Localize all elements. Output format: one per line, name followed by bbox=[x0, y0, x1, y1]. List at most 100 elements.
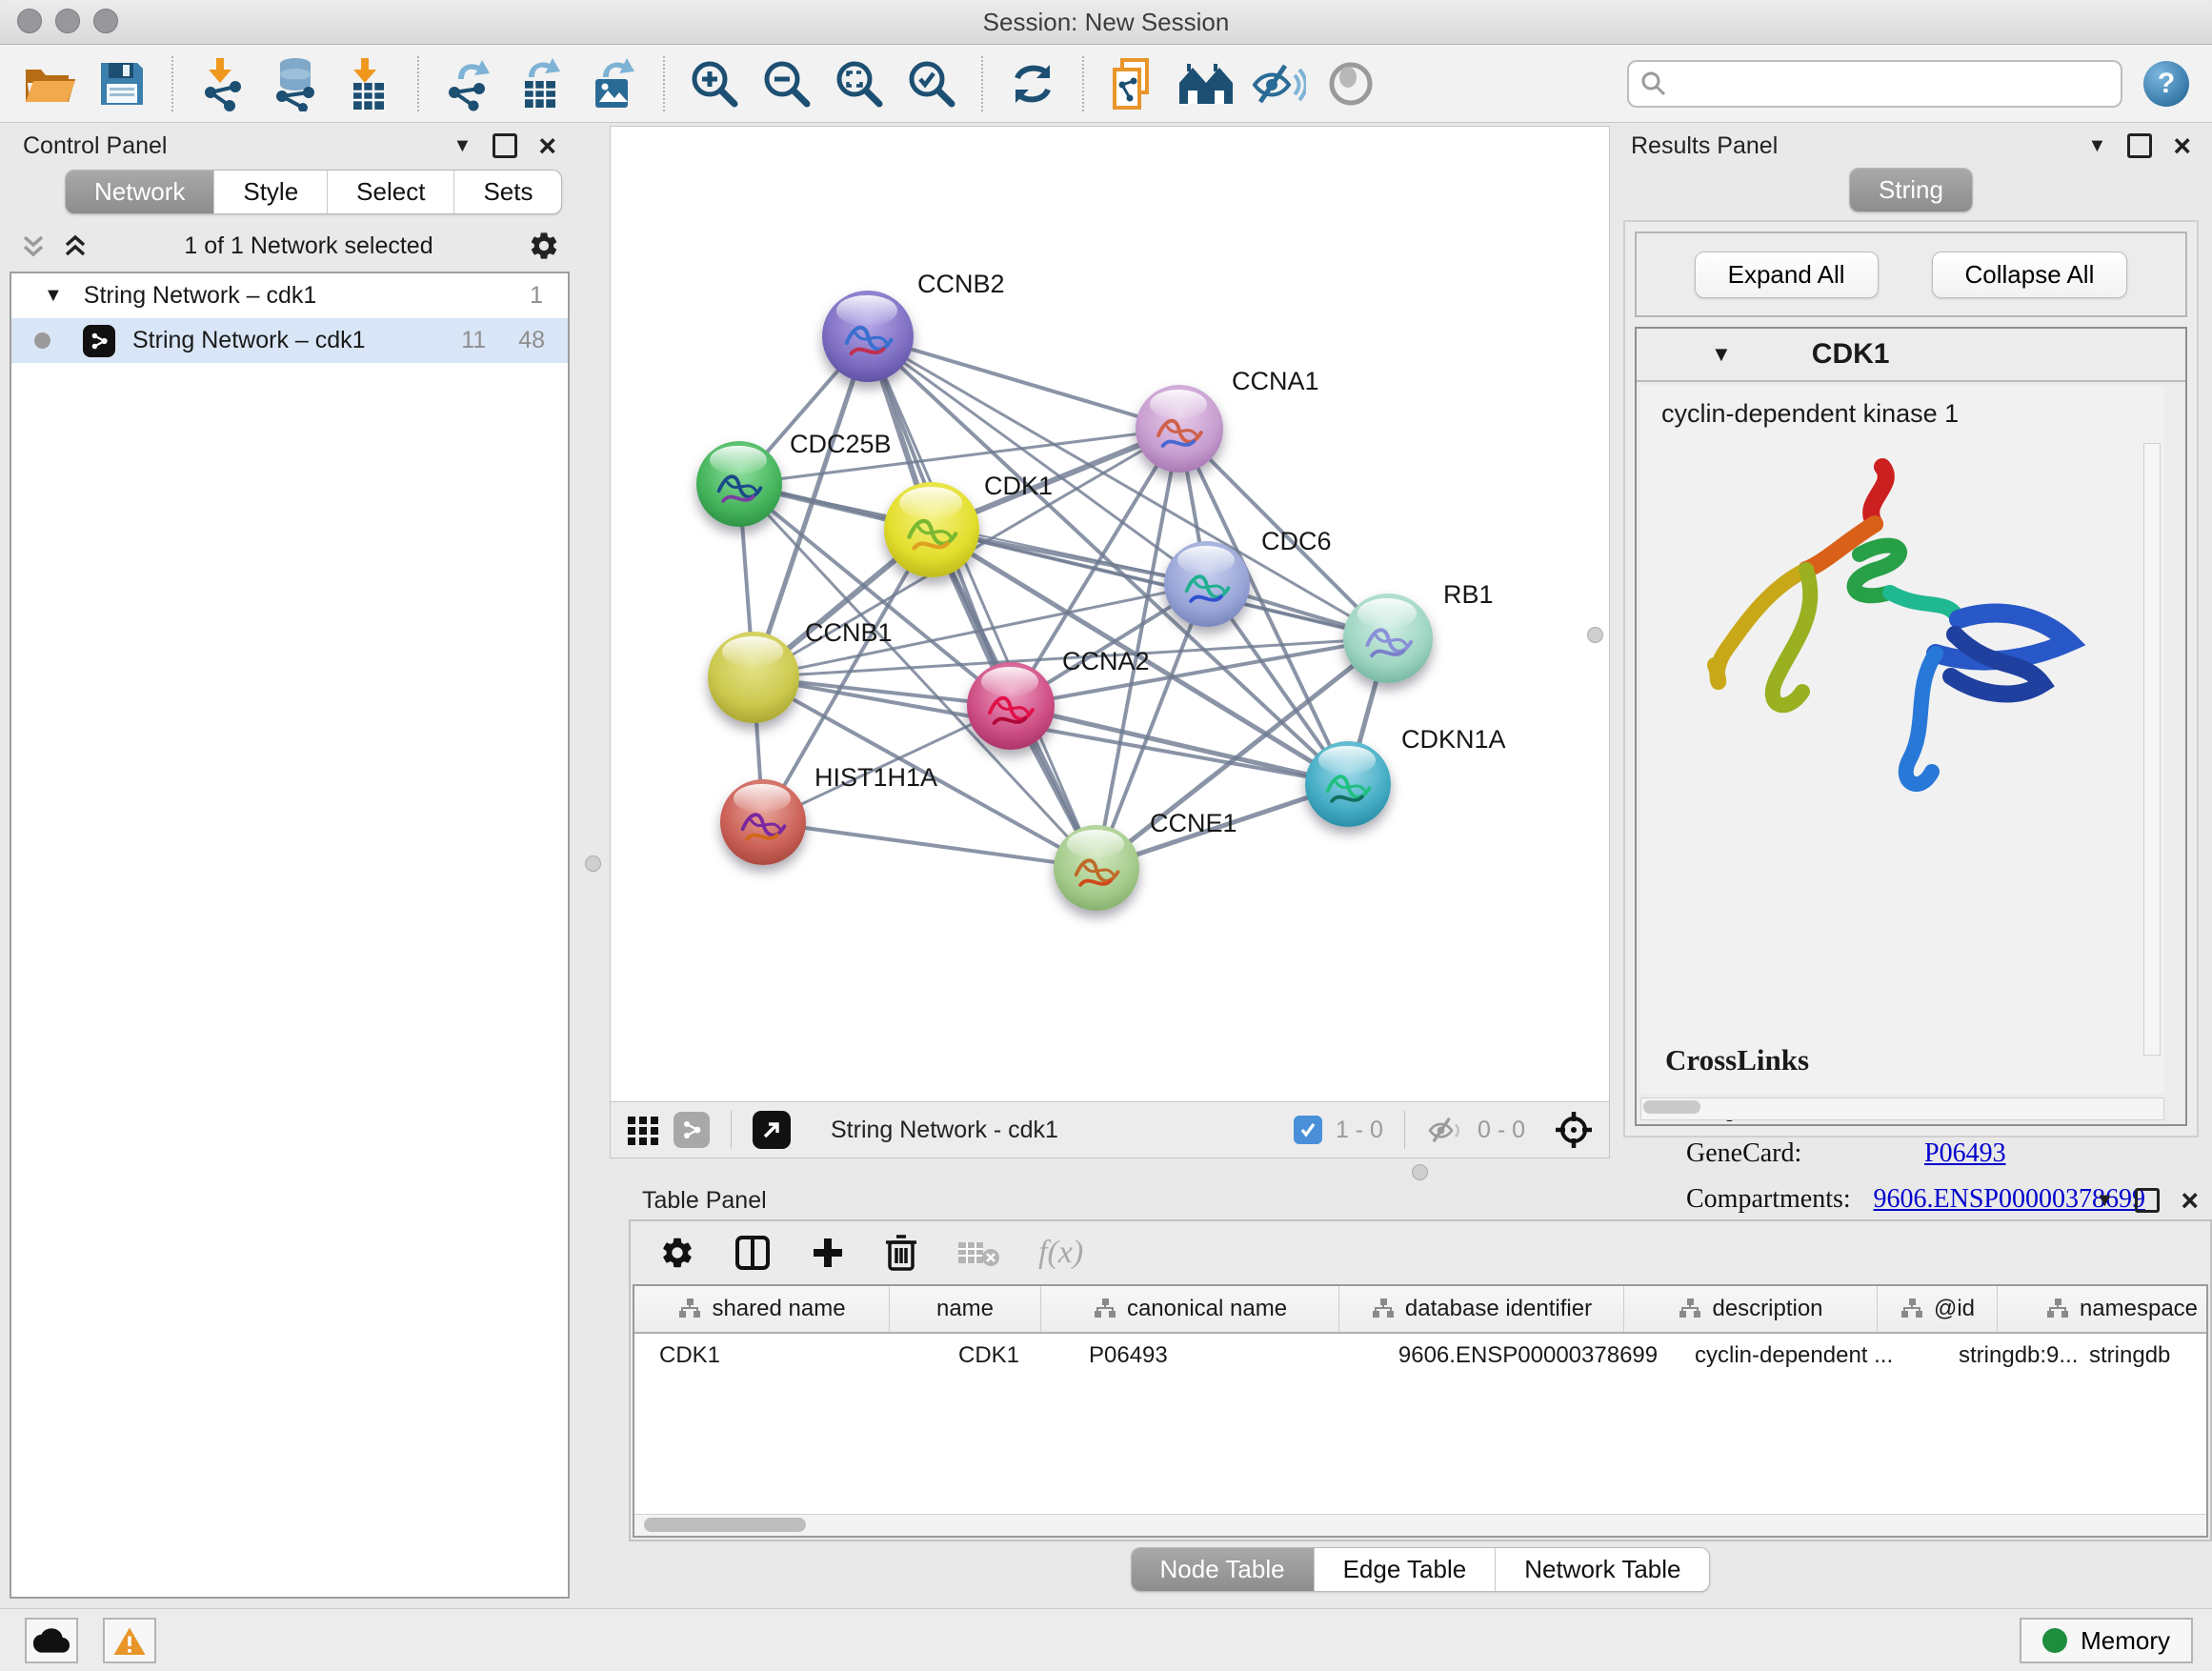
network-edges bbox=[611, 127, 1609, 1101]
tab-network[interactable]: Network bbox=[66, 171, 213, 213]
horizontal-splitter-handle[interactable] bbox=[1412, 1164, 1428, 1180]
close-panel-icon[interactable]: × bbox=[538, 136, 556, 155]
toolbar-separator bbox=[1404, 1111, 1405, 1149]
float-panel-icon[interactable] bbox=[493, 133, 517, 158]
crosslink-link[interactable]: P06493 bbox=[1924, 1138, 2006, 1169]
first-neighbors-button[interactable] bbox=[1174, 53, 1238, 114]
selected-checkbox-icon[interactable] bbox=[1294, 1116, 1322, 1144]
cell-canonical-name: P06493 bbox=[1064, 1334, 1386, 1378]
string-view-button[interactable] bbox=[674, 1112, 710, 1148]
import-database-button[interactable] bbox=[263, 53, 328, 114]
section-caret-icon[interactable]: ▼ bbox=[1711, 342, 1732, 367]
expand-all-icon[interactable] bbox=[61, 232, 90, 260]
close-panel-icon[interactable]: × bbox=[2181, 1191, 2199, 1210]
help-button[interactable]: ? bbox=[2143, 61, 2189, 107]
expand-all-button[interactable]: Expand All bbox=[1695, 252, 1879, 298]
node-CDC6[interactable] bbox=[1164, 541, 1250, 627]
gene-section-header[interactable]: ▼ CDK1 bbox=[1637, 329, 2185, 382]
memory-button[interactable]: Memory bbox=[2020, 1618, 2193, 1663]
table-hscrollbar[interactable] bbox=[634, 1514, 2206, 1536]
control-panel-title: Control Panel bbox=[23, 132, 167, 160]
node-CCNE1[interactable] bbox=[1054, 825, 1139, 911]
warning-status-button[interactable] bbox=[103, 1618, 156, 1663]
export-network-button[interactable] bbox=[436, 53, 501, 114]
main-toolbar: ? bbox=[0, 45, 2212, 123]
node-label-RB1: RB1 bbox=[1443, 580, 1494, 610]
column-header-canonical-name[interactable]: canonical name bbox=[1041, 1286, 1339, 1332]
column-header-description[interactable]: description bbox=[1624, 1286, 1878, 1332]
tab-string[interactable]: String bbox=[1850, 169, 1972, 211]
node-CCNB1[interactable] bbox=[708, 632, 799, 723]
node-HIST1H1A[interactable] bbox=[720, 779, 806, 865]
collapse-all-icon[interactable] bbox=[19, 232, 48, 260]
birdseye-button[interactable] bbox=[626, 1113, 660, 1147]
import-network-button[interactable] bbox=[191, 53, 255, 114]
add-column-button[interactable] bbox=[810, 1235, 846, 1271]
show-columns-button[interactable] bbox=[734, 1234, 772, 1272]
export-image-button[interactable] bbox=[581, 53, 646, 114]
node-CDC25B[interactable] bbox=[696, 441, 782, 527]
node-CCNB2[interactable] bbox=[822, 291, 914, 382]
left-splitter-handle[interactable] bbox=[585, 856, 601, 872]
cloud-status-button[interactable] bbox=[25, 1618, 78, 1663]
tab-network-table[interactable]: Network Table bbox=[1495, 1548, 1709, 1591]
save-session-button[interactable] bbox=[90, 53, 154, 114]
hidden-eye-icon bbox=[1426, 1115, 1464, 1145]
column-header-database-identifier[interactable]: database identifier bbox=[1339, 1286, 1624, 1332]
network-row[interactable]: String Network – cdk1 11 48 bbox=[11, 318, 568, 363]
edge-count: 48 bbox=[518, 327, 545, 354]
hide-selected-button[interactable] bbox=[1246, 53, 1311, 114]
zoom-selected-button[interactable] bbox=[899, 53, 964, 114]
tree-caret-icon[interactable]: ▼ bbox=[44, 285, 63, 307]
close-panel-icon[interactable]: × bbox=[2173, 136, 2191, 155]
detach-view-button[interactable] bbox=[753, 1111, 791, 1149]
delete-column-button[interactable] bbox=[884, 1233, 918, 1273]
float-panel-icon[interactable] bbox=[2135, 1188, 2160, 1213]
table-settings-button[interactable] bbox=[659, 1235, 695, 1271]
node-CDKN1A[interactable] bbox=[1305, 741, 1391, 827]
network-canvas[interactable]: CCNB2 CCNA1 CDC25B CDK1 CDC6 RB1CCNB1 CC… bbox=[611, 127, 1609, 1101]
node-label-HIST1H1A: HIST1H1A bbox=[814, 763, 937, 793]
gear-icon[interactable] bbox=[528, 230, 560, 262]
column-header-shared-name[interactable]: shared name bbox=[634, 1286, 890, 1332]
panel-menu-icon[interactable]: ▼ bbox=[2096, 1190, 2115, 1212]
expand-collapse-row: Expand All Collapse All bbox=[1635, 232, 2187, 317]
tab-style[interactable]: Style bbox=[213, 171, 327, 213]
results-scrollbar[interactable] bbox=[2143, 443, 2161, 1056]
panel-menu-icon[interactable]: ▼ bbox=[2088, 135, 2107, 157]
eye-icon bbox=[1327, 60, 1375, 108]
collapse-all-button[interactable]: Collapse All bbox=[1932, 252, 2128, 298]
function-builder-button[interactable]: f(x) bbox=[1038, 1235, 1083, 1271]
fit-selected-button[interactable] bbox=[1554, 1110, 1594, 1150]
zoom-out-button[interactable] bbox=[754, 53, 819, 114]
table-row[interactable]: CDK1 CDK1 P06493 9606.ENSP00000378699 cy… bbox=[634, 1334, 2206, 1378]
search-input[interactable] bbox=[1667, 70, 2109, 98]
tab-node-table[interactable]: Node Table bbox=[1132, 1548, 1314, 1591]
node-CDK1[interactable] bbox=[884, 482, 979, 577]
network-collection-row[interactable]: ▼ String Network – cdk1 1 bbox=[11, 273, 568, 318]
delete-table-button[interactable] bbox=[956, 1237, 1000, 1269]
zoom-in-button[interactable] bbox=[682, 53, 747, 114]
zoom-fit-button[interactable] bbox=[827, 53, 892, 114]
panel-menu-icon[interactable]: ▼ bbox=[453, 135, 473, 157]
node-CCNA1[interactable] bbox=[1136, 385, 1223, 473]
float-panel-icon[interactable] bbox=[2127, 133, 2152, 158]
copy-network-icon bbox=[1109, 56, 1158, 111]
tab-sets[interactable]: Sets bbox=[453, 171, 561, 213]
column-header-name[interactable]: name bbox=[890, 1286, 1041, 1332]
refresh-button[interactable] bbox=[1000, 53, 1065, 114]
show-all-button[interactable] bbox=[1318, 53, 1383, 114]
tab-select[interactable]: Select bbox=[327, 171, 453, 213]
node-CCNA2[interactable] bbox=[967, 662, 1055, 750]
copy-network-button[interactable] bbox=[1101, 53, 1166, 114]
export-table-button[interactable] bbox=[509, 53, 573, 114]
node-RB1[interactable] bbox=[1343, 594, 1433, 683]
control-panel: Control Panel ▼ × Network Style Select S… bbox=[10, 126, 570, 1599]
results-hscrollbar[interactable] bbox=[1640, 1097, 2164, 1120]
import-table-button[interactable] bbox=[335, 53, 400, 114]
column-header-id[interactable]: @id bbox=[1878, 1286, 1998, 1332]
tab-edge-table[interactable]: Edge Table bbox=[1314, 1548, 1496, 1591]
open-session-button[interactable] bbox=[17, 53, 82, 114]
column-header-namespace[interactable]: namespace bbox=[1998, 1286, 2208, 1332]
right-splitter-handle[interactable] bbox=[1587, 627, 1603, 643]
